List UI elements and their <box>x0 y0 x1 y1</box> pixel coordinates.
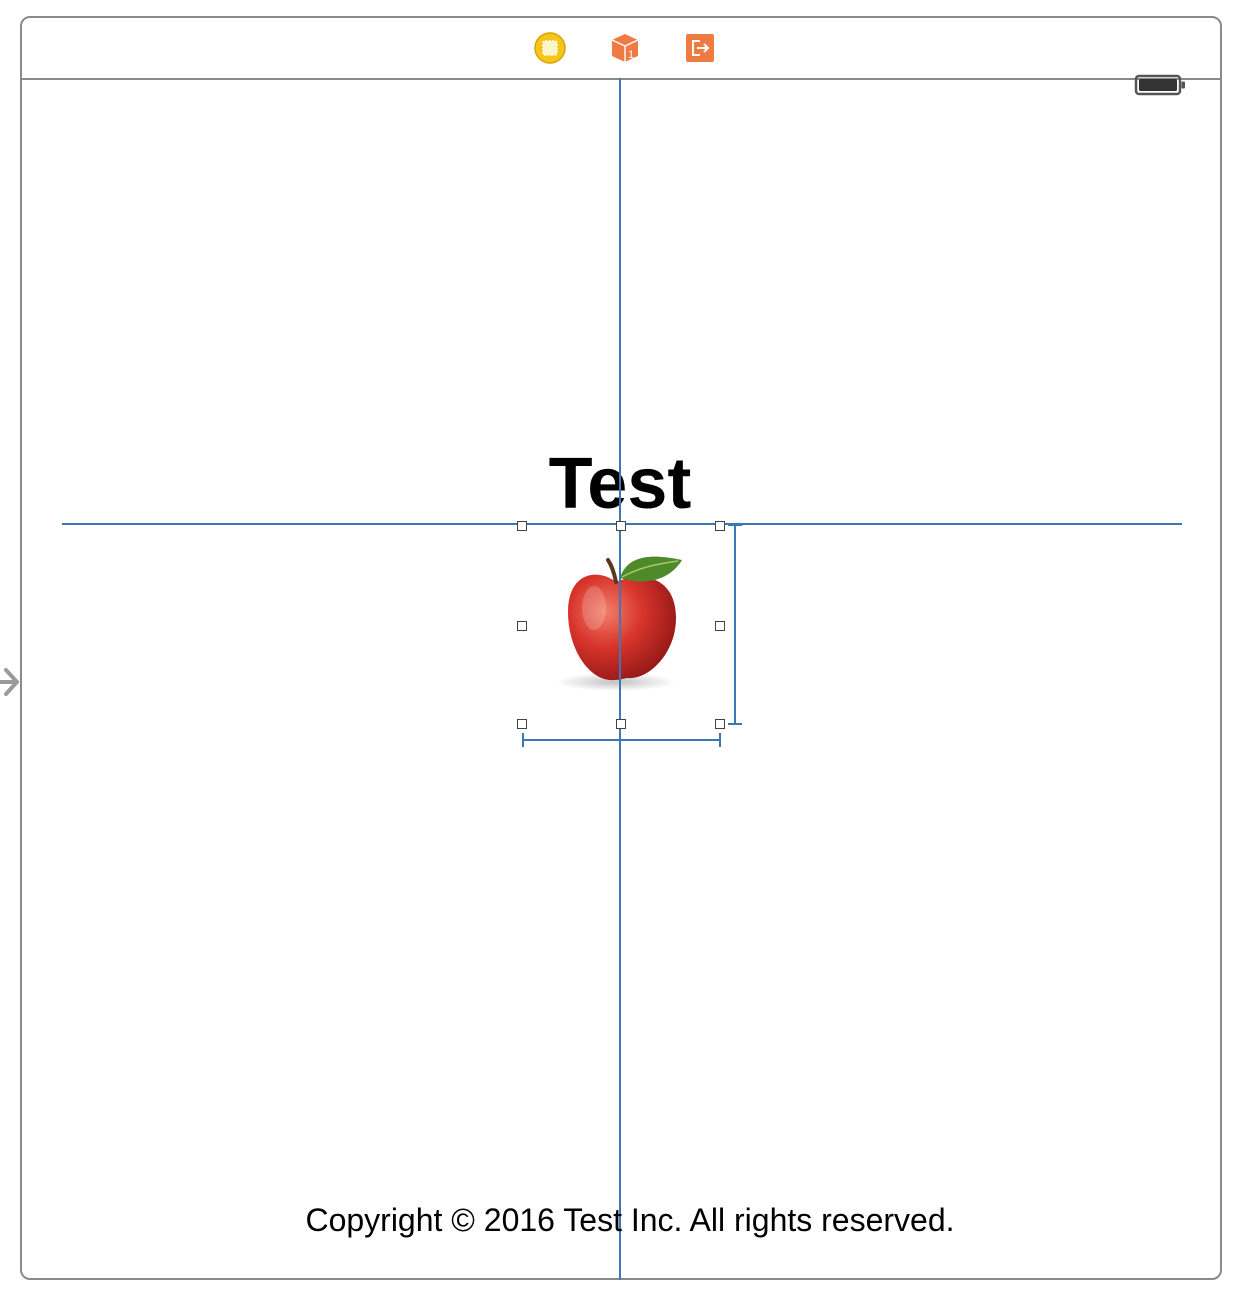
resize-handle-right[interactable] <box>715 621 725 631</box>
resize-handle-top-right[interactable] <box>715 521 725 531</box>
resize-handle-bottom[interactable] <box>616 719 626 729</box>
scene-dock: 1 <box>22 18 1220 80</box>
exit-icon[interactable] <box>684 32 716 64</box>
resize-handle-top[interactable] <box>616 521 626 531</box>
first-responder-icon[interactable]: 1 <box>609 32 641 64</box>
first-responder-badge: 1 <box>628 49 634 61</box>
vertical-center-guide <box>619 78 621 1280</box>
resize-handle-bottom-left[interactable] <box>517 719 527 729</box>
resize-handle-top-left[interactable] <box>517 521 527 531</box>
copyright-label[interactable]: Copyright © 2016 Test Inc. All rights re… <box>180 1200 1080 1240</box>
resize-handle-bottom-right[interactable] <box>715 719 725 729</box>
battery-icon <box>1134 74 1185 96</box>
view-controller-icon[interactable] <box>534 32 566 64</box>
initial-view-controller-arrow-icon <box>0 668 19 696</box>
resize-handle-left[interactable] <box>517 621 527 631</box>
